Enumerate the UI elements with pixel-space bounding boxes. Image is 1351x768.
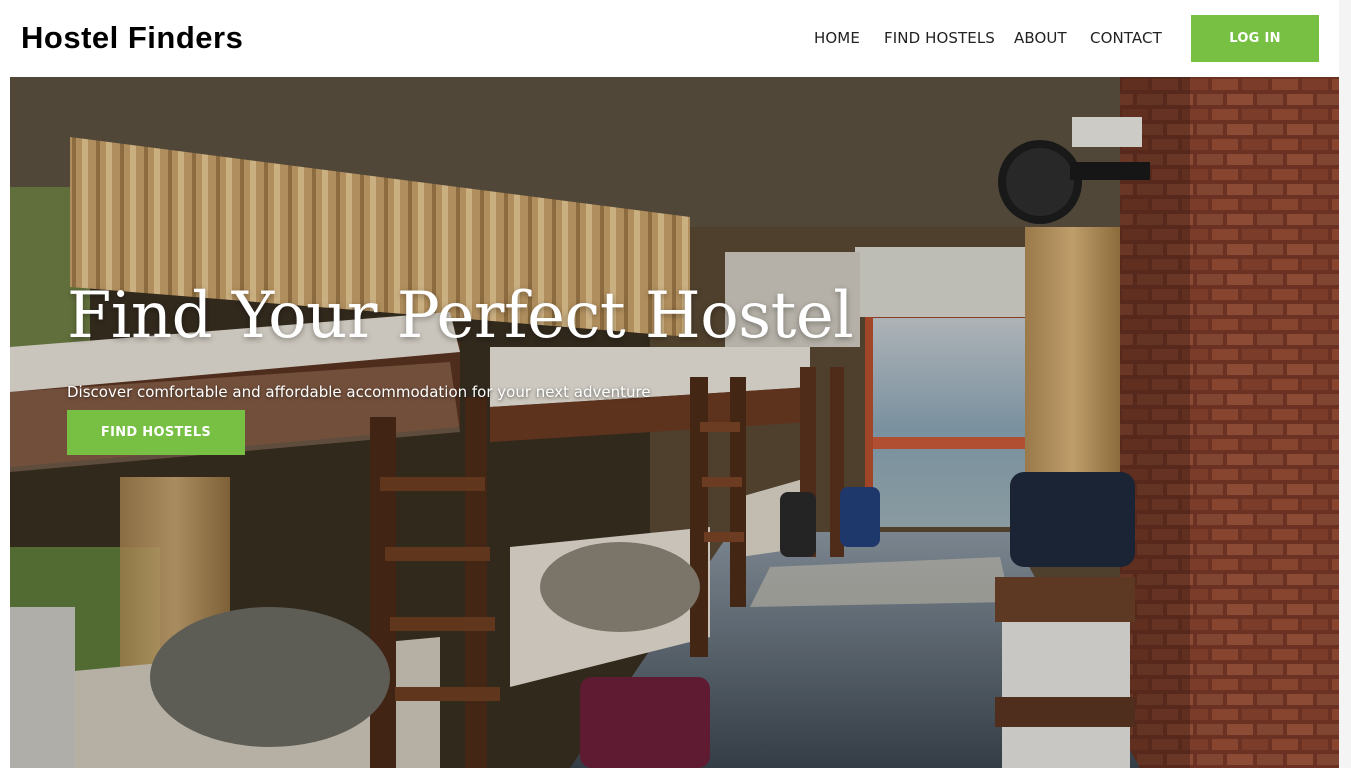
- page-scrollbar[interactable]: [1339, 0, 1351, 768]
- find-hostels-button[interactable]: FIND HOSTELS: [67, 410, 245, 455]
- nav-contact-link[interactable]: CONTACT: [1090, 26, 1162, 50]
- login-button[interactable]: LOG IN: [1191, 15, 1319, 62]
- nav-about-link[interactable]: ABOUT: [1014, 26, 1067, 50]
- site-header: Hostel Finders HOME FIND HOSTELS ABOUT C…: [0, 0, 1351, 77]
- nav-find-hostels-link[interactable]: FIND HOSTELS: [884, 26, 995, 50]
- hero-subtitle: Discover comfortable and affordable acco…: [67, 383, 651, 401]
- site-logo[interactable]: Hostel Finders: [21, 19, 243, 57]
- nav-home-link[interactable]: HOME: [814, 26, 860, 50]
- hero-section: Find Your Perfect Hostel Discover comfor…: [10, 77, 1339, 768]
- hero-title: Find Your Perfect Hostel: [67, 279, 854, 353]
